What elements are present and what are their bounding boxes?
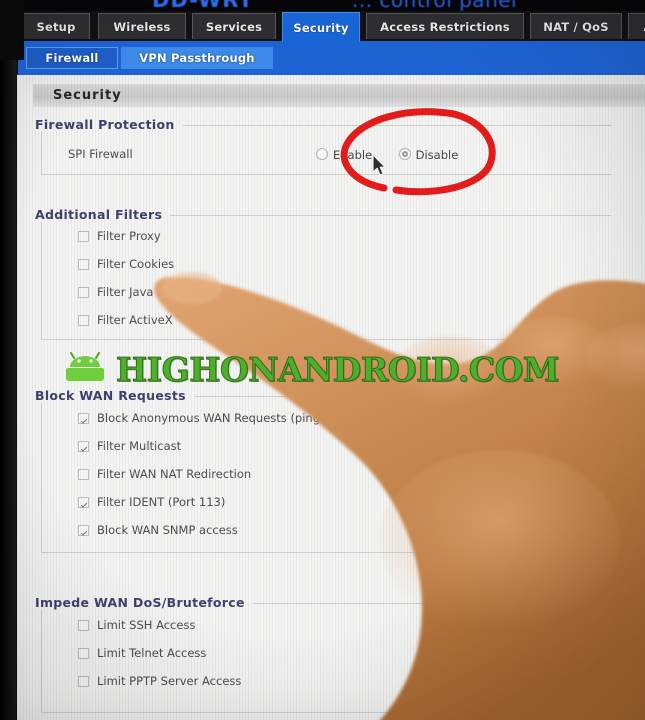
- page-title: Security: [53, 88, 122, 103]
- tab-access-restrictions[interactable]: Access Restrictions: [366, 13, 524, 39]
- label-filter-cookies: Filter Cookies: [97, 257, 175, 271]
- radio-enable[interactable]: [316, 148, 328, 160]
- checkbox-filter-multicast[interactable]: [78, 441, 89, 452]
- fieldbox-block-wan-requests: Block Anonymous WAN Requests (ping) Filt…: [41, 396, 611, 553]
- checkbox-row-block-wan-snmp[interactable]: Block WAN SNMP access: [42, 518, 611, 546]
- radio-disable[interactable]: [398, 148, 411, 160]
- checkbox-row-filter-java-applets[interactable]: Filter Java Applets: [42, 280, 611, 308]
- tab-setup[interactable]: Setup: [22, 13, 90, 39]
- monitor-bezel-corner: [0, 0, 24, 60]
- label-filter-proxy: Filter Proxy: [97, 229, 161, 243]
- label-limit-telnet-access: Limit Telnet Access: [97, 646, 207, 660]
- checkbox-row-filter-ident[interactable]: Filter IDENT (Port 113): [42, 490, 611, 518]
- main-tab-strip: Setup Wireless Services Security Access …: [0, 11, 645, 42]
- checkbox-row-filter-proxy[interactable]: Filter Proxy: [42, 224, 611, 252]
- label-filter-java-applets: Filter Java Applets: [97, 285, 201, 299]
- tab-security[interactable]: Security: [282, 12, 360, 42]
- checkbox-row-filter-wan-nat-redirection[interactable]: Filter WAN NAT Redirection: [42, 462, 611, 490]
- checkbox-filter-wan-nat-redirection[interactable]: [78, 469, 89, 480]
- legend-additional-filters: Additional Filters: [35, 207, 171, 222]
- settings-page: Security Firewall Protection SPI Firewal…: [17, 75, 645, 720]
- radio-label-disable[interactable]: Disable: [416, 148, 459, 162]
- radiogroup-spi-firewall: Enable Disable: [316, 146, 480, 164]
- tab-services[interactable]: Services: [192, 13, 276, 39]
- checkbox-filter-proxy[interactable]: [78, 231, 89, 242]
- label-filter-activex: Filter ActiveX: [97, 313, 173, 327]
- fieldbox-impede-wan-dos: Limit SSH Access Limit Telnet Access Lim…: [41, 603, 611, 713]
- checkbox-filter-cookies[interactable]: [78, 259, 89, 270]
- subtab-firewall[interactable]: Firewall: [26, 47, 118, 69]
- legend-firewall-protection: Firewall Protection: [35, 117, 183, 132]
- checkbox-row-filter-cookies[interactable]: Filter Cookies: [42, 252, 611, 280]
- checkbox-filter-ident[interactable]: [78, 497, 89, 508]
- checkbox-row-limit-ssh-access[interactable]: Limit SSH Access: [42, 613, 611, 641]
- checkbox-block-wan-snmp[interactable]: [78, 525, 89, 536]
- row-spi-firewall: SPI Firewall Enable Disable: [42, 142, 611, 168]
- checkbox-limit-ssh-access[interactable]: [78, 620, 89, 631]
- fieldbox-additional-filters: Filter Proxy Filter Cookies Filter Java …: [41, 215, 611, 340]
- page-title-bar: Security: [33, 84, 645, 107]
- monitor-bezel-left: [0, 0, 16, 720]
- checkbox-block-anonymous-wan[interactable]: [78, 413, 89, 424]
- radio-label-enable[interactable]: Enable: [333, 148, 372, 162]
- label-filter-ident: Filter IDENT (Port 113): [97, 495, 226, 509]
- label-limit-pptp-server-access: Limit PPTP Server Access: [97, 674, 242, 688]
- label-limit-ssh-access: Limit SSH Access: [97, 618, 196, 632]
- checkbox-row-limit-telnet-access[interactable]: Limit Telnet Access: [42, 641, 611, 669]
- label-filter-wan-nat-redirection: Filter WAN NAT Redirection: [97, 467, 252, 481]
- checkbox-filter-java-applets[interactable]: [78, 287, 89, 298]
- checkbox-filter-activex[interactable]: [78, 315, 89, 326]
- label-block-wan-snmp: Block WAN SNMP access: [97, 523, 238, 537]
- checkbox-limit-pptp-server-access[interactable]: [78, 676, 89, 687]
- label-block-anonymous-wan: Block Anonymous WAN Requests (ping): [97, 411, 325, 425]
- tab-wireless[interactable]: Wireless: [98, 13, 186, 39]
- checkbox-row-block-anonymous-wan[interactable]: Block Anonymous WAN Requests (ping): [42, 406, 611, 434]
- label-filter-multicast: Filter Multicast: [97, 439, 182, 453]
- label-spi-firewall: SPI Firewall: [68, 147, 133, 161]
- checkbox-row-filter-activex[interactable]: Filter ActiveX: [42, 308, 611, 336]
- monitor-photo: DD-WRT ... control panel Setup Wireless …: [0, 0, 645, 720]
- tab-administration[interactable]: A: [628, 13, 645, 39]
- checkbox-limit-telnet-access[interactable]: [78, 648, 89, 659]
- legend-impede-wan-dos: Impede WAN DoS/Bruteforce: [35, 595, 253, 610]
- checkbox-row-filter-multicast[interactable]: Filter Multicast: [42, 434, 611, 462]
- fieldbox-firewall-protection: SPI Firewall Enable Disable: [41, 125, 611, 175]
- subtab-vpn-passthrough[interactable]: VPN Passthrough: [121, 47, 273, 69]
- sub-tab-strip: Firewall VPN Passthrough: [18, 41, 645, 75]
- checkbox-row-limit-pptp-server-access[interactable]: Limit PPTP Server Access: [42, 669, 611, 697]
- tab-nat-qos[interactable]: NAT / QoS: [530, 13, 622, 39]
- legend-block-wan-requests: Block WAN Requests: [35, 388, 194, 403]
